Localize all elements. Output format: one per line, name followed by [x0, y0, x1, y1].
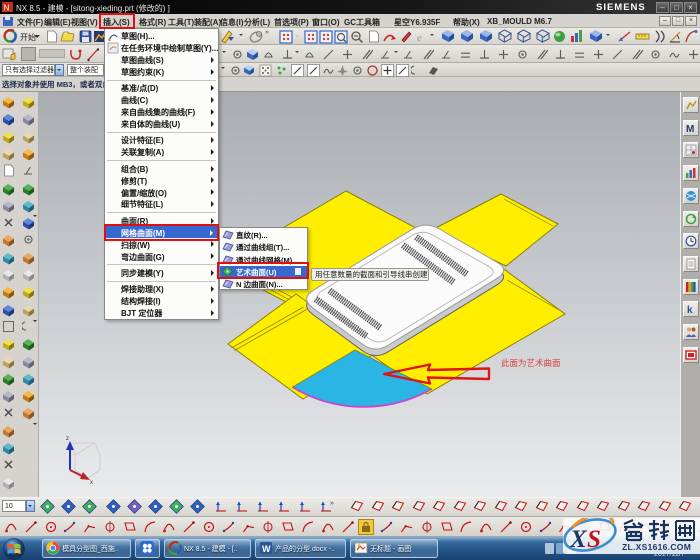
svg-text:e: e: [417, 32, 422, 43]
svg-text:X: X: [569, 526, 588, 553]
svg-text:S: S: [587, 526, 601, 553]
svg-text:M: M: [686, 124, 694, 134]
svg-text:k: k: [687, 305, 693, 315]
svg-text:W: W: [262, 544, 271, 554]
svg-text:N: N: [4, 4, 10, 13]
